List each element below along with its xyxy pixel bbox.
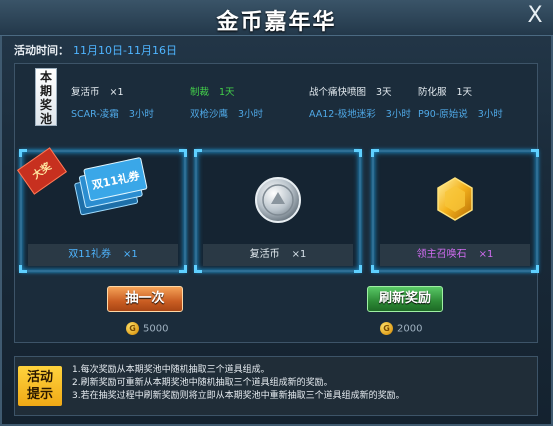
pool-item: 制裁 1天 <box>190 84 235 98</box>
close-button[interactable]: X <box>523 4 547 28</box>
reward-qty: ×1 <box>122 249 138 260</box>
pool-item-duration: 3小时 <box>385 109 411 120</box>
reward-card-revive-coin: 复活币 ×1 <box>194 149 362 273</box>
refresh-cost: G 2000 <box>380 322 422 335</box>
pool-item-name: 防化服 <box>418 87 447 98</box>
reward-name: 双11礼券 <box>68 249 111 260</box>
gold-coin-icon: G <box>380 322 393 335</box>
reward-name: 领主召唤石 <box>416 249 467 260</box>
refresh-cost-value: 2000 <box>397 323 423 335</box>
reward-name: 复活币 <box>249 249 280 260</box>
pool-item-duration: 3天 <box>376 87 392 98</box>
reward-footer: 复活币 ×1 <box>203 244 353 266</box>
pool-item-name: SCAR-凌霜 <box>71 109 119 120</box>
pool-item-duration: 1天 <box>219 87 235 98</box>
tip-line: 3.若在抽奖过程中刷新奖励则将立即从本期奖池中重新抽取三个道具组成新的奖励。 <box>72 391 405 401</box>
gold-coin-icon: G <box>126 322 139 335</box>
pool-item: 双枪沙鹰 3小时 <box>190 106 263 120</box>
silver-coin-icon <box>197 152 359 240</box>
reward-footer: 领主召唤石 ×1 <box>380 244 530 266</box>
gold-gem-icon <box>374 152 536 240</box>
pool-item-duration: 3小时 <box>477 109 503 120</box>
pool-item-duration: 3小时 <box>128 109 154 120</box>
tips-tag: 活动提示 <box>18 366 62 406</box>
prize-pool-tag: 本期奖池 <box>35 68 57 126</box>
refresh-rewards-button[interactable]: 刷新奖励 <box>367 286 443 312</box>
draw-once-button[interactable]: 抽一次 <box>107 286 183 312</box>
pool-item-duration: 1天 <box>456 87 473 98</box>
pool-item-name: 制裁 <box>190 87 210 98</box>
tip-line: 2.刷新奖励可重新从本期奖池中随机抽取三个道具组成新的奖励。 <box>72 378 333 388</box>
tips-list: 1.每次奖励从本期奖池中随机抽取三个道具组成。 2.刷新奖励可重新从本期奖池中随… <box>72 364 405 403</box>
pool-item: 防化服 1天 <box>418 84 472 98</box>
pool-item: 复活币 ×1 <box>71 84 124 98</box>
tips-tag-text: 活动提示 <box>26 370 53 402</box>
pool-item-name: P90-原始说 <box>418 109 468 120</box>
pool-item-name: 双枪沙鹰 <box>190 109 229 120</box>
pool-item: P90-原始说 3小时 <box>418 106 503 120</box>
pool-item-duration: 3小时 <box>238 109 264 120</box>
window-title: 金币嘉年华 <box>216 10 337 35</box>
event-time-value: 11月10日-11月16日 <box>73 44 177 57</box>
prize-pool-tag-text: 本期奖池 <box>40 70 53 126</box>
pool-item-name: 复活币 <box>71 87 100 98</box>
pool-item-name: 战个痛快喷图 <box>309 87 367 98</box>
draw-cost: G 5000 <box>126 322 168 335</box>
event-time-row: 活动时间： 11月10日-11月16日 <box>14 42 177 58</box>
pool-item: AA12-极地迷彩 3小时 <box>309 106 411 120</box>
pool-item-name: AA12-极地迷彩 <box>309 109 376 120</box>
event-time-label: 活动时间： <box>14 44 69 57</box>
draw-cost-value: 5000 <box>143 323 169 335</box>
pool-item: SCAR-凌霜 3小时 <box>71 106 154 120</box>
reward-qty: ×1 <box>291 249 307 260</box>
reward-card-summon-stone: 领主召唤石 ×1 <box>371 149 539 273</box>
reward-qty: ×1 <box>478 249 494 260</box>
tip-line: 1.每次奖励从本期奖池中随机抽取三个道具组成。 <box>72 365 270 375</box>
pool-item-duration: ×1 <box>109 87 124 98</box>
reward-footer: 双11礼券 ×1 <box>28 244 178 266</box>
pool-item: 战个痛快喷图 3天 <box>309 84 392 98</box>
